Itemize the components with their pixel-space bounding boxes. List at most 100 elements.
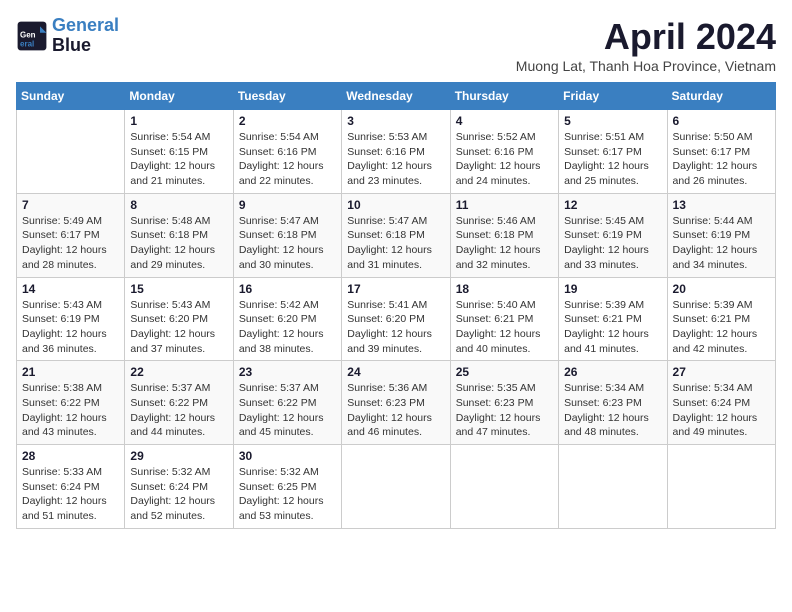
day-info: Sunrise: 5:44 AM Sunset: 6:19 PM Dayligh… xyxy=(673,214,770,273)
day-number: 10 xyxy=(347,198,444,212)
day-info: Sunrise: 5:47 AM Sunset: 6:18 PM Dayligh… xyxy=(239,214,336,273)
day-info: Sunrise: 5:39 AM Sunset: 6:21 PM Dayligh… xyxy=(564,298,661,357)
day-number: 1 xyxy=(130,114,227,128)
weekday-header-tuesday: Tuesday xyxy=(233,83,341,110)
calendar-cell: 22 Sunrise: 5:37 AM Sunset: 6:22 PM Dayli… xyxy=(125,361,233,445)
calendar-cell: 29 Sunrise: 5:32 AM Sunset: 6:24 PM Dayli… xyxy=(125,445,233,529)
day-info: Sunrise: 5:43 AM Sunset: 6:19 PM Dayligh… xyxy=(22,298,119,357)
calendar-cell: 14Sunrise: 5:43 AM Sunset: 6:19 PM Dayli… xyxy=(17,277,125,361)
calendar-cell: 27 Sunrise: 5:34 AM Sunset: 6:24 PM Dayli… xyxy=(667,361,775,445)
calendar-week-1: 1Sunrise: 5:54 AM Sunset: 6:15 PM Daylig… xyxy=(17,110,776,194)
title-block: April 2024 Muong Lat, Thanh Hoa Province… xyxy=(516,16,776,74)
calendar-week-3: 14Sunrise: 5:43 AM Sunset: 6:19 PM Dayli… xyxy=(17,277,776,361)
weekday-header-friday: Friday xyxy=(559,83,667,110)
calendar-cell xyxy=(667,445,775,529)
day-number: 4 xyxy=(456,114,553,128)
calendar-cell: 25Sunrise: 5:35 AM Sunset: 6:23 PM Dayli… xyxy=(450,361,558,445)
weekday-header-wednesday: Wednesday xyxy=(342,83,450,110)
day-info: Sunrise: 5:43 AM Sunset: 6:20 PM Dayligh… xyxy=(130,298,227,357)
logo: Gen eral GeneralBlue xyxy=(16,16,119,56)
calendar-table: SundayMondayTuesdayWednesdayThursdayFrid… xyxy=(16,82,776,529)
calendar-cell: 2Sunrise: 5:54 AM Sunset: 6:16 PM Daylig… xyxy=(233,110,341,194)
day-number: 27 xyxy=(673,365,770,379)
day-info: Sunrise: 5:52 AM Sunset: 6:16 PM Dayligh… xyxy=(456,130,553,189)
day-number: 7 xyxy=(22,198,119,212)
logo-icon: Gen eral xyxy=(16,20,48,52)
location: Muong Lat, Thanh Hoa Province, Vietnam xyxy=(516,58,776,74)
day-number: 17 xyxy=(347,282,444,296)
calendar-cell: 23Sunrise: 5:37 AM Sunset: 6:22 PM Dayli… xyxy=(233,361,341,445)
day-info: Sunrise: 5:32 AM Sunset: 6:25 PM Dayligh… xyxy=(239,465,336,524)
day-info: Sunrise: 5:40 AM Sunset: 6:21 PM Dayligh… xyxy=(456,298,553,357)
day-info: Sunrise: 5:36 AM Sunset: 6:23 PM Dayligh… xyxy=(347,381,444,440)
calendar-cell: 3 Sunrise: 5:53 AM Sunset: 6:16 PM Daylig… xyxy=(342,110,450,194)
day-number: 28 xyxy=(22,449,119,463)
day-info: Sunrise: 5:39 AM Sunset: 6:21 PM Dayligh… xyxy=(673,298,770,357)
day-number: 15 xyxy=(130,282,227,296)
calendar-cell: 16 Sunrise: 5:42 AM Sunset: 6:20 PM Dayli… xyxy=(233,277,341,361)
day-number: 13 xyxy=(673,198,770,212)
calendar-cell: 21 Sunrise: 5:38 AM Sunset: 6:22 PM Dayli… xyxy=(17,361,125,445)
calendar-cell: 15 Sunrise: 5:43 AM Sunset: 6:20 PM Dayli… xyxy=(125,277,233,361)
day-number: 16 xyxy=(239,282,336,296)
calendar-body: 1Sunrise: 5:54 AM Sunset: 6:15 PM Daylig… xyxy=(17,110,776,529)
day-number: 30 xyxy=(239,449,336,463)
day-info: Sunrise: 5:51 AM Sunset: 6:17 PM Dayligh… xyxy=(564,130,661,189)
day-number: 22 xyxy=(130,365,227,379)
calendar-week-4: 21 Sunrise: 5:38 AM Sunset: 6:22 PM Dayli… xyxy=(17,361,776,445)
calendar-cell: 18 Sunrise: 5:40 AM Sunset: 6:21 PM Dayli… xyxy=(450,277,558,361)
day-info: Sunrise: 5:42 AM Sunset: 6:20 PM Dayligh… xyxy=(239,298,336,357)
calendar-cell: 20 Sunrise: 5:39 AM Sunset: 6:21 PM Dayli… xyxy=(667,277,775,361)
calendar-cell xyxy=(450,445,558,529)
day-number: 19 xyxy=(564,282,661,296)
calendar-cell: 28 Sunrise: 5:33 AM Sunset: 6:24 PM Dayli… xyxy=(17,445,125,529)
day-number: 18 xyxy=(456,282,553,296)
day-info: Sunrise: 5:34 AM Sunset: 6:24 PM Dayligh… xyxy=(673,381,770,440)
calendar-week-5: 28 Sunrise: 5:33 AM Sunset: 6:24 PM Dayli… xyxy=(17,445,776,529)
calendar-cell xyxy=(342,445,450,529)
day-number: 3 xyxy=(347,114,444,128)
calendar-cell: 11 Sunrise: 5:46 AM Sunset: 6:18 PM Dayli… xyxy=(450,193,558,277)
day-info: Sunrise: 5:49 AM Sunset: 6:17 PM Dayligh… xyxy=(22,214,119,273)
day-info: Sunrise: 5:45 AM Sunset: 6:19 PM Dayligh… xyxy=(564,214,661,273)
page-header: Gen eral GeneralBlue April 2024 Muong La… xyxy=(16,16,776,74)
day-info: Sunrise: 5:35 AM Sunset: 6:23 PM Dayligh… xyxy=(456,381,553,440)
day-number: 12 xyxy=(564,198,661,212)
calendar-cell: 6 Sunrise: 5:50 AM Sunset: 6:17 PM Daylig… xyxy=(667,110,775,194)
weekday-header-saturday: Saturday xyxy=(667,83,775,110)
calendar-cell xyxy=(559,445,667,529)
calendar-cell: 1Sunrise: 5:54 AM Sunset: 6:15 PM Daylig… xyxy=(125,110,233,194)
month-title: April 2024 xyxy=(516,16,776,58)
calendar-week-2: 7 Sunrise: 5:49 AM Sunset: 6:17 PM Daylig… xyxy=(17,193,776,277)
day-number: 11 xyxy=(456,198,553,212)
calendar-cell: 17 Sunrise: 5:41 AM Sunset: 6:20 PM Dayli… xyxy=(342,277,450,361)
day-info: Sunrise: 5:41 AM Sunset: 6:20 PM Dayligh… xyxy=(347,298,444,357)
calendar-cell: 5 Sunrise: 5:51 AM Sunset: 6:17 PM Daylig… xyxy=(559,110,667,194)
day-number: 26 xyxy=(564,365,661,379)
day-number: 21 xyxy=(22,365,119,379)
logo-text: GeneralBlue xyxy=(52,16,119,56)
day-info: Sunrise: 5:37 AM Sunset: 6:22 PM Dayligh… xyxy=(130,381,227,440)
day-number: 9 xyxy=(239,198,336,212)
day-info: Sunrise: 5:33 AM Sunset: 6:24 PM Dayligh… xyxy=(22,465,119,524)
day-info: Sunrise: 5:50 AM Sunset: 6:17 PM Dayligh… xyxy=(673,130,770,189)
calendar-cell: 10Sunrise: 5:47 AM Sunset: 6:18 PM Dayli… xyxy=(342,193,450,277)
svg-text:Gen: Gen xyxy=(20,30,36,39)
calendar-cell: 19 Sunrise: 5:39 AM Sunset: 6:21 PM Dayli… xyxy=(559,277,667,361)
day-info: Sunrise: 5:53 AM Sunset: 6:16 PM Dayligh… xyxy=(347,130,444,189)
day-number: 5 xyxy=(564,114,661,128)
day-number: 6 xyxy=(673,114,770,128)
day-number: 8 xyxy=(130,198,227,212)
day-info: Sunrise: 5:38 AM Sunset: 6:22 PM Dayligh… xyxy=(22,381,119,440)
day-info: Sunrise: 5:34 AM Sunset: 6:23 PM Dayligh… xyxy=(564,381,661,440)
day-number: 20 xyxy=(673,282,770,296)
calendar-cell: 26 Sunrise: 5:34 AM Sunset: 6:23 PM Dayli… xyxy=(559,361,667,445)
day-info: Sunrise: 5:48 AM Sunset: 6:18 PM Dayligh… xyxy=(130,214,227,273)
day-info: Sunrise: 5:37 AM Sunset: 6:22 PM Dayligh… xyxy=(239,381,336,440)
calendar-cell: 7 Sunrise: 5:49 AM Sunset: 6:17 PM Daylig… xyxy=(17,193,125,277)
day-info: Sunrise: 5:54 AM Sunset: 6:16 PM Dayligh… xyxy=(239,130,336,189)
calendar-cell: 24Sunrise: 5:36 AM Sunset: 6:23 PM Dayli… xyxy=(342,361,450,445)
day-info: Sunrise: 5:32 AM Sunset: 6:24 PM Dayligh… xyxy=(130,465,227,524)
day-number: 29 xyxy=(130,449,227,463)
day-info: Sunrise: 5:46 AM Sunset: 6:18 PM Dayligh… xyxy=(456,214,553,273)
